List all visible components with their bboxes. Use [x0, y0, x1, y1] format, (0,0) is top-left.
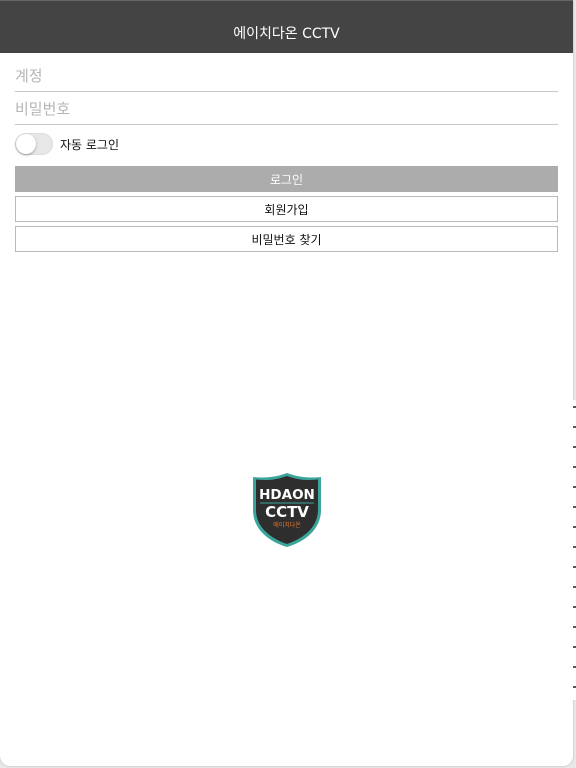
logo-line1: HDAON: [259, 487, 315, 503]
password-input[interactable]: [15, 100, 558, 124]
signup-button[interactable]: 회원가입: [15, 196, 558, 222]
logo-line3: 에이치다온: [273, 521, 301, 529]
login-form: 자동 로그인 로그인 회원가입 비밀번호 찾기: [0, 53, 573, 252]
account-field-wrapper: [15, 53, 558, 92]
auto-login-row: 자동 로그인: [15, 125, 558, 163]
find-password-button-label: 비밀번호 찾기: [251, 232, 322, 247]
signup-button-label: 회원가입: [264, 202, 309, 217]
hdaon-shield-logo: HDAON CCTV 에이치다온: [253, 473, 321, 547]
logo-line2: CCTV: [265, 503, 309, 521]
auto-login-toggle[interactable]: [15, 133, 53, 155]
auto-login-label: 자동 로그인: [60, 137, 120, 152]
password-field-wrapper: [15, 92, 558, 125]
login-button[interactable]: 로그인: [15, 166, 558, 192]
app-screen: 에이치다온 CCTV 자동 로그인 로그인 회원가입 비밀번호 찾기 HDAON: [0, 0, 573, 766]
login-button-label: 로그인: [269, 172, 304, 187]
page-title: 에이치다온 CCTV: [233, 26, 340, 42]
account-input[interactable]: [15, 67, 558, 91]
find-password-button[interactable]: 비밀번호 찾기: [15, 226, 558, 252]
header-bar: 에이치다온 CCTV: [0, 0, 573, 53]
toggle-knob: [16, 134, 36, 154]
